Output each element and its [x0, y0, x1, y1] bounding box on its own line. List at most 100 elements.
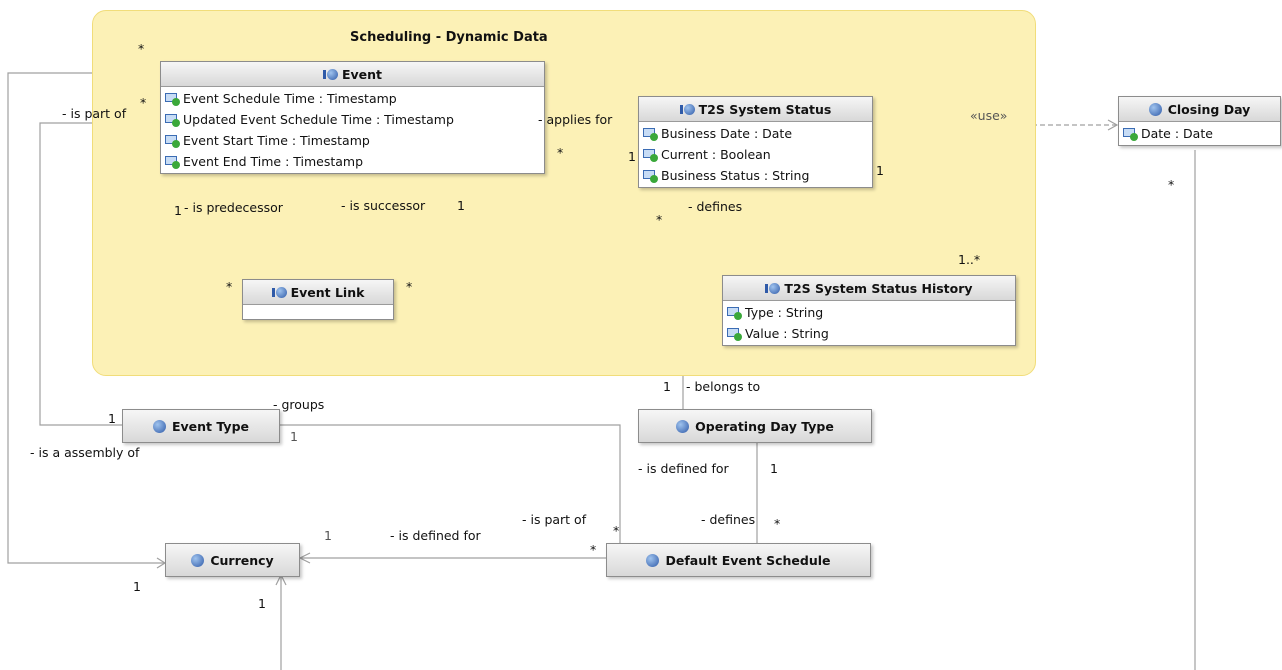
- multiplicity-label: *: [774, 516, 781, 531]
- class-currency[interactable]: Currency: [165, 543, 300, 577]
- class-name: Event: [341, 66, 383, 82]
- attribute-row: Current : Boolean: [643, 144, 868, 165]
- multiplicity-label: 1: [628, 149, 636, 164]
- attribute-icon: [727, 306, 743, 320]
- attribute-text: Current : Boolean: [661, 147, 771, 162]
- multiplicity-label: 1: [457, 198, 465, 213]
- multiplicity-label: 1: [108, 411, 116, 426]
- attribute-icon: [165, 92, 181, 106]
- class-name: T2S System Status: [698, 101, 832, 117]
- class-header: Default Event Schedule: [607, 544, 870, 576]
- multiplicity-label: 1: [663, 379, 671, 394]
- class-event-link[interactable]: Event Link: [242, 279, 394, 320]
- class-name: Default Event Schedule: [665, 552, 831, 568]
- class-operating-day-type[interactable]: Operating Day Type: [638, 409, 872, 443]
- class-icon: [676, 419, 690, 433]
- attribute-icon: [643, 127, 659, 141]
- role-label: - is a assembly of: [30, 445, 140, 460]
- class-name: Closing Day: [1167, 101, 1251, 117]
- attribute-icon: [727, 327, 743, 341]
- class-header: Event Type: [123, 410, 279, 442]
- class-icon: [1148, 102, 1162, 116]
- attribute-text: Value : String: [745, 326, 829, 341]
- attribute-row: Type : String: [727, 302, 1011, 323]
- attribute-icon: [1123, 127, 1139, 141]
- attribute-text: Event End Time : Timestamp: [183, 154, 364, 169]
- role-label: - groups: [273, 397, 325, 412]
- multiplicity-label: 1: [324, 528, 332, 543]
- attribute-row: Business Date : Date: [643, 123, 868, 144]
- class-default-event-schedule[interactable]: Default Event Schedule: [606, 543, 871, 577]
- attribute-row: Business Status : String: [643, 165, 868, 186]
- class-name: Operating Day Type: [695, 418, 834, 434]
- class-header: Closing Day: [1119, 97, 1280, 122]
- class-t2s-system-status[interactable]: T2S System Status Business Date : Date C…: [638, 96, 873, 188]
- class-t2s-system-status-history[interactable]: T2S System Status History Type : String …: [722, 275, 1016, 346]
- multiplicity-label: 1: [770, 461, 778, 476]
- attribute-text: Type : String: [745, 305, 824, 320]
- multiplicity-label: *: [613, 523, 620, 538]
- role-label: - belongs to: [686, 379, 761, 394]
- attribute-text: Date : Date: [1141, 126, 1213, 141]
- class-closing-day[interactable]: Closing Day Date : Date: [1118, 96, 1281, 146]
- class-icon: [152, 419, 166, 433]
- multiplicity-label: 1: [876, 163, 884, 178]
- package-title: Scheduling - Dynamic Data: [350, 30, 548, 45]
- attribute-icon: [165, 134, 181, 148]
- multiplicity-label: *: [557, 145, 564, 160]
- interface-icon: [765, 282, 781, 295]
- class-icon: [646, 553, 660, 567]
- class-event-type[interactable]: Event Type: [122, 409, 280, 443]
- multiplicity-label: 1: [290, 429, 298, 444]
- multiplicity-label: *: [406, 279, 413, 294]
- class-header: Currency: [166, 544, 299, 576]
- stereotype-label: «use»: [970, 108, 1008, 123]
- interface-icon: [322, 68, 338, 81]
- role-label: - is defined for: [638, 461, 729, 476]
- attribute-icon: [165, 113, 181, 127]
- attribute-text: Event Start Time : Timestamp: [183, 133, 370, 148]
- class-header: Event Link: [243, 280, 393, 305]
- attribute-text: Event Schedule Time : Timestamp: [183, 91, 397, 106]
- class-header: T2S System Status: [639, 97, 872, 122]
- attribute-row: Event Schedule Time : Timestamp: [165, 88, 540, 109]
- role-label: - is successor: [341, 198, 426, 213]
- role-label: - applies for: [538, 112, 613, 127]
- attribute-icon: [643, 169, 659, 183]
- multiplicity-label: 1: [133, 579, 141, 594]
- class-header: T2S System Status History: [723, 276, 1015, 301]
- attribute-row: Value : String: [727, 323, 1011, 344]
- class-icon: [191, 553, 205, 567]
- attribute-text: Business Status : String: [661, 168, 810, 183]
- attribute-row: Updated Event Schedule Time : Timestamp: [165, 109, 540, 130]
- attribute-icon: [643, 148, 659, 162]
- attribute-row: Event Start Time : Timestamp: [165, 130, 540, 151]
- interface-icon: [271, 286, 287, 299]
- multiplicity-label: 1: [258, 596, 266, 611]
- multiplicity-label: 1..*: [958, 252, 981, 267]
- class-name: T2S System Status History: [784, 280, 973, 296]
- multiplicity-label: *: [1168, 177, 1175, 192]
- class-event[interactable]: Event Event Schedule Time : Timestamp Up…: [160, 61, 545, 174]
- multiplicity-label: *: [590, 542, 597, 557]
- interface-icon: [679, 103, 695, 116]
- attribute-row: Date : Date: [1123, 123, 1276, 144]
- attribute-text: Updated Event Schedule Time : Timestamp: [183, 112, 454, 127]
- attribute-row: Event End Time : Timestamp: [165, 151, 540, 172]
- role-label: - is predecessor: [184, 200, 283, 215]
- class-name: Currency: [210, 552, 274, 568]
- multiplicity-label: *: [226, 279, 233, 294]
- role-label: - is defined for: [390, 528, 481, 543]
- class-body-empty: [243, 305, 393, 319]
- role-label: - defines: [688, 199, 743, 214]
- multiplicity-label: *: [138, 41, 145, 56]
- multiplicity-label: *: [140, 95, 147, 110]
- role-label: - is part of: [62, 106, 127, 121]
- multiplicity-label: 1: [174, 203, 182, 218]
- class-name: Event Type: [171, 418, 249, 434]
- attribute-text: Business Date : Date: [661, 126, 793, 141]
- multiplicity-label: *: [656, 212, 663, 227]
- role-label: - is part of: [522, 512, 587, 527]
- class-name: Event Link: [290, 284, 365, 300]
- attribute-icon: [165, 155, 181, 169]
